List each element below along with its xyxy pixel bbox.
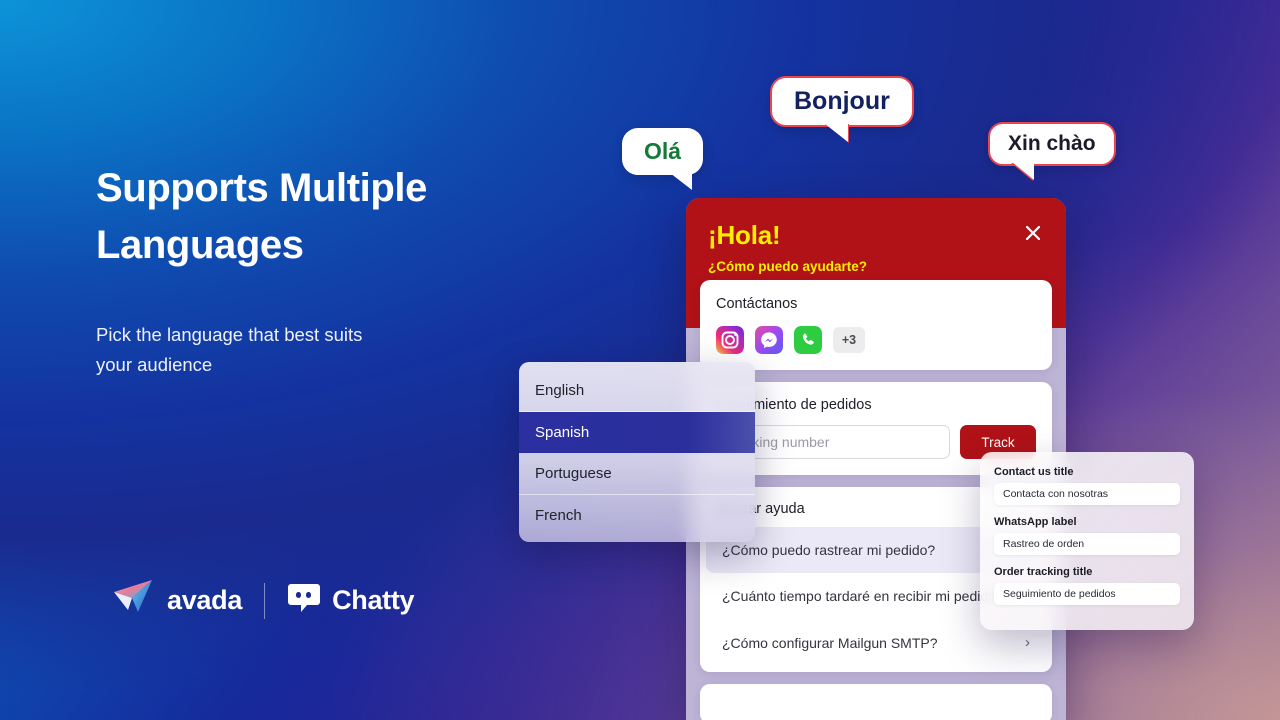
faq-question: ¿Cuánto tiempo tardaré en recibir mi ped…	[722, 588, 1004, 604]
instagram-icon[interactable]	[716, 326, 744, 354]
speech-bubble-ola: Olá	[622, 128, 704, 190]
whatsapp-label-label: WhatsApp label	[994, 516, 1077, 528]
chat-greeting-subtitle: ¿Cómo puedo ayudarte?	[708, 259, 868, 274]
hero-subcopy: Pick the language that best suits your a…	[96, 320, 556, 380]
headline-line-1: Supports Multiple	[96, 166, 427, 210]
contact-us-title-input[interactable]	[994, 483, 1180, 505]
whatsapp-phone-icon[interactable]	[794, 326, 822, 354]
close-x-icon[interactable]	[1022, 222, 1044, 244]
more-channels-badge[interactable]: +3	[833, 327, 865, 353]
contact-us-title-label: Contact us title	[994, 466, 1074, 478]
avada-brand: avada	[112, 578, 242, 623]
subcopy-line-2: your audience	[96, 353, 213, 375]
brand-row: avada Chatty	[112, 578, 415, 623]
contact-us-label: Contáctanos	[716, 296, 798, 312]
speech-bubble-xin-chao: Xin chào	[988, 122, 1116, 166]
speech-bubble-bonjour: Bonjour	[770, 76, 914, 127]
brand-divider	[264, 582, 266, 619]
chevron-right-icon: ›	[1025, 634, 1030, 651]
next-card-partial	[700, 684, 1052, 720]
headline-line-2: Languages	[96, 222, 304, 267]
social-channel-row: +3	[716, 326, 1036, 354]
chatty-brand: Chatty	[287, 581, 415, 620]
messenger-icon[interactable]	[755, 326, 783, 354]
avada-brand-name: avada	[167, 585, 243, 615]
translation-settings-panel: Contact us title WhatsApp label Order tr…	[980, 452, 1194, 630]
language-dropdown[interactable]: English Spanish Portuguese French	[519, 362, 755, 542]
whatsapp-label-input[interactable]	[994, 533, 1180, 555]
order-tracking-title-label: Order tracking title	[994, 566, 1093, 578]
order-tracking-title-input[interactable]	[994, 583, 1180, 605]
language-option-portuguese[interactable]: Portuguese	[519, 453, 755, 495]
chatty-speech-bubble-logo-icon	[287, 581, 321, 620]
chatty-brand-name: Chatty	[332, 585, 415, 615]
subcopy-line-1: Pick the language that best suits	[96, 323, 363, 345]
contact-us-card: Contáctanos +3	[700, 280, 1052, 370]
chat-greeting-title: ¡Hola!	[708, 220, 781, 250]
language-option-english[interactable]: English	[519, 370, 755, 412]
language-option-french[interactable]: French	[519, 495, 755, 536]
avada-paper-plane-logo-icon	[112, 578, 156, 623]
order-tracking-heading: Seguimiento de pedidos	[716, 397, 872, 413]
hero-copy: Supports Multiple Languages Pick the lan…	[96, 160, 556, 380]
faq-question: ¿Cómo puedo rastrear mi pedido?	[722, 542, 936, 558]
faq-question: ¿Cómo configurar Mailgun SMTP?	[722, 634, 938, 651]
page-title: Supports Multiple Languages	[96, 160, 556, 274]
language-option-spanish[interactable]: Spanish	[519, 412, 755, 453]
